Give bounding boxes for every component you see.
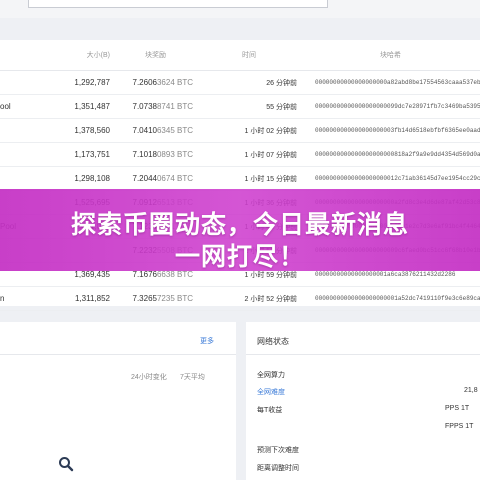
reward-fraction-part: 3624 BTC [156, 78, 193, 87]
block-reward: 7.07388741 BTC [114, 94, 197, 119]
table-header-row: 大小(B) 块奖励 时间 块哈希 [0, 40, 480, 71]
header-size: 大小(B) [28, 40, 114, 71]
pool-name[interactable] [0, 166, 28, 191]
reward-integer-part: 7.1018 [132, 150, 157, 159]
table-row[interactable]: n 1,311,852 7.32657235 BTC 2 小时 52 分钟前 00000… [0, 286, 480, 311]
block-reward: 7.32657235 BTC [114, 286, 197, 311]
block-size: 1,173,751 [28, 142, 114, 167]
block-time: 1 小时 02 分钟前 [197, 118, 301, 143]
hashrate-label: 全网算力 [257, 372, 285, 379]
network-status-panel: 网络状态 全网算力 全网难度 21,8 每T收益 PPS 1T FPPS 1T … [246, 322, 480, 480]
reward-integer-part: 7.2606 [132, 78, 157, 87]
block-hash[interactable]: 00000000000000000000a82abd8be17554563caa… [301, 70, 480, 95]
block-time: 55 分钟前 [197, 94, 301, 119]
block-reward: 7.10180893 BTC [114, 142, 197, 167]
reward-fraction-part: 8741 BTC [156, 102, 193, 111]
magnifier-icon[interactable] [58, 456, 74, 472]
difficulty-value: 21,8 [464, 387, 478, 394]
block-reward: 7.26063624 BTC [114, 70, 197, 95]
search-input[interactable] [28, 0, 328, 8]
reward-integer-part: 7.2044 [132, 174, 157, 183]
fpps-value: FPPS 1T [445, 423, 474, 430]
block-hash[interactable]: 0000000000000000000003fb14d6518ebfbf6365… [301, 118, 480, 143]
block-time: 1 小时 07 分钟前 [197, 142, 301, 167]
reward-integer-part: 7.3265 [132, 294, 157, 303]
reward-integer-part: 7.0738 [132, 102, 157, 111]
block-size: 1,298,108 [28, 166, 114, 191]
block-time: 2 小时 52 分钟前 [197, 286, 301, 311]
more-link[interactable]: 更多 [200, 336, 214, 346]
block-hash[interactable]: 0000000000000000000000818a2f9a9e9dd4354d… [301, 142, 480, 167]
block-reward: 7.20440674 BTC [114, 166, 197, 191]
header-pool [0, 40, 28, 71]
header-reward: 块奖励 [114, 40, 197, 71]
table-row[interactable]: 1,292,787 7.26063624 BTC 26 分钟前 00000000000… [0, 70, 480, 95]
table-row[interactable]: 1,173,751 7.10180893 BTC 1 小时 07 分钟前 000000… [0, 142, 480, 167]
divider [246, 354, 480, 355]
block-size: 1,351,487 [28, 94, 114, 119]
reward-fraction-part: 7235 BTC [156, 294, 193, 303]
pool-name[interactable] [0, 118, 28, 143]
header-hash: 块哈希 [301, 40, 480, 71]
divider [0, 354, 236, 355]
block-reward: 7.04106345 BTC [114, 118, 197, 143]
top-bar [0, 0, 480, 18]
pool-stats-panel: 更多 24小时变化 7天平均 [0, 322, 236, 480]
header-time: 时间 [197, 40, 301, 71]
block-size: 1,378,560 [28, 118, 114, 143]
table-row[interactable]: 1,298,108 7.20440674 BTC 1 小时 15 分钟前 000000… [0, 166, 480, 191]
next-difficulty-label: 预测下次难度 [257, 447, 299, 454]
network-status-title: 网络状态 [257, 337, 289, 346]
reward-integer-part: 7.0410 [132, 126, 157, 135]
pps-value: PPS 1T [445, 405, 470, 412]
block-time: 1 小时 15 分钟前 [197, 166, 301, 191]
pool-name[interactable]: ool [0, 94, 28, 119]
adjust-time-label: 距离调整时间 [257, 465, 299, 472]
promo-banner: 探索币圈动态，今日最新消息 一网打尽！ [0, 189, 480, 271]
block-size: 1,292,787 [28, 70, 114, 95]
pool-name[interactable] [0, 142, 28, 167]
block-hash[interactable]: 00000000000000000000012c71ab36145d7ee195… [301, 166, 480, 191]
table-row[interactable]: ool 1,351,487 7.07388741 BTC 55 分钟前 00000000… [0, 94, 480, 119]
reward-fraction-part: 0893 BTC [156, 150, 193, 159]
column-24h-change: 24小时变化 [131, 374, 167, 381]
block-size: 1,311,852 [28, 286, 114, 311]
pool-name[interactable] [0, 70, 28, 95]
block-hash[interactable]: 00000000000000000000099dc7e28971fb7c3469… [301, 94, 480, 119]
banner-line-1: 探索币圈动态，今日最新消息 [70, 210, 409, 239]
table-row[interactable]: 1,378,560 7.04106345 BTC 1 小时 02 分钟前 000000… [0, 118, 480, 143]
block-time: 26 分钟前 [197, 70, 301, 95]
banner-line-2: 一网打尽！ [174, 242, 305, 271]
daily-income-label: 每T收益 [257, 407, 283, 414]
reward-fraction-part: 6345 BTC [156, 126, 193, 135]
difficulty-link[interactable]: 全网难度 [257, 387, 285, 397]
block-hash[interactable]: 00000000000000000000001a52dc7419110f9e3c… [301, 286, 480, 311]
column-7d-average: 7天平均 [180, 374, 205, 381]
pool-name[interactable]: n [0, 286, 28, 311]
reward-fraction-part: 0674 BTC [156, 174, 193, 183]
banner-headline: 探索币圈动态，今日最新消息 一网打尽！ [0, 209, 480, 273]
